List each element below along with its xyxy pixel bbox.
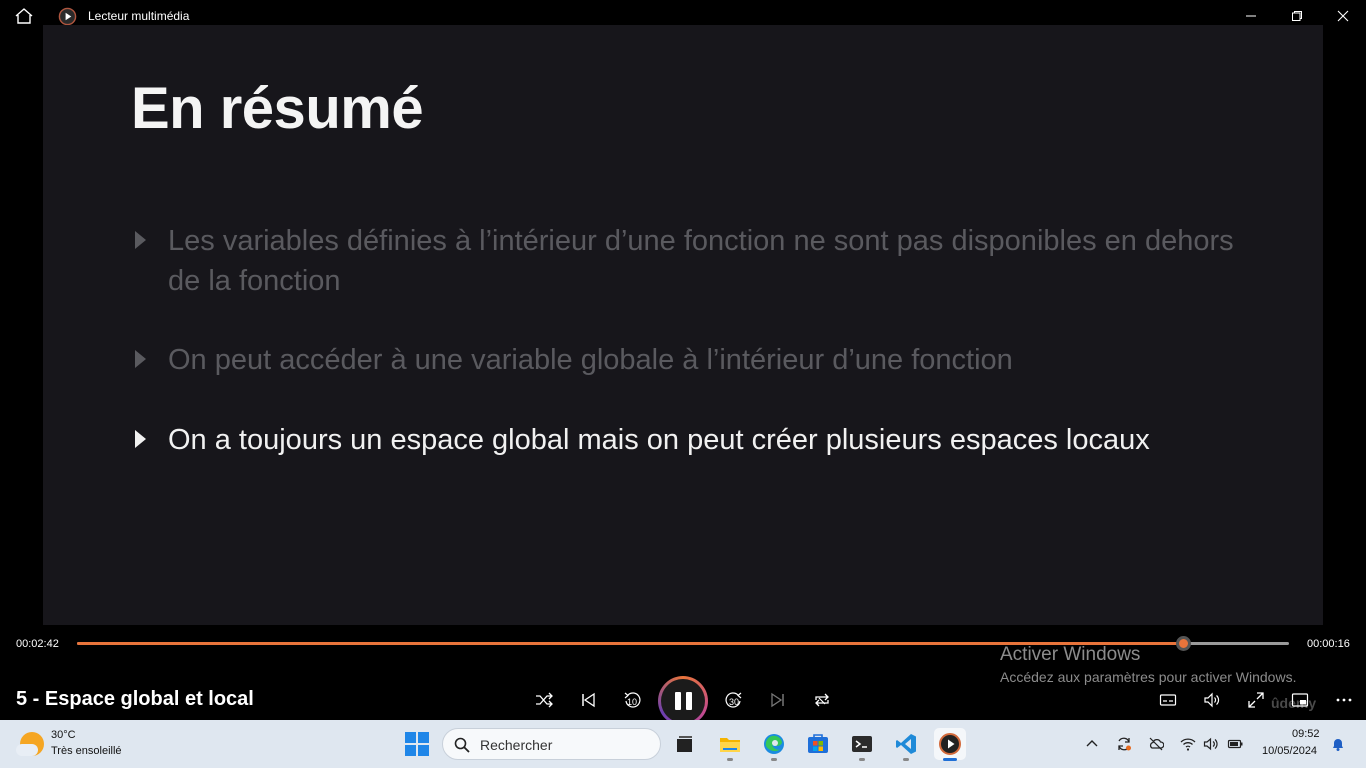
remaining-time: 00:00:16: [1307, 638, 1350, 650]
taskbar-search[interactable]: Rechercher: [442, 728, 661, 760]
next-icon: [771, 692, 784, 708]
fullscreen-button[interactable]: [1243, 687, 1269, 713]
subtitles-icon: [1159, 694, 1177, 706]
previous-icon: [582, 692, 595, 708]
slide-bullet-text: On peut accéder à une variable globale à…: [168, 344, 1013, 376]
wifi-icon: [1180, 738, 1196, 751]
tray-onedrive[interactable]: [1147, 735, 1165, 753]
terminal-icon: [852, 736, 872, 752]
tray-sync[interactable]: [1115, 735, 1133, 753]
taskbar-app-store[interactable]: [802, 728, 834, 760]
task-view-button[interactable]: [668, 728, 700, 760]
chevron-up-icon: [1086, 740, 1098, 747]
pause-button[interactable]: [658, 676, 708, 726]
bell-icon: [1333, 739, 1343, 751]
clock-date: 10/05/2024: [1262, 745, 1318, 757]
bullet-arrow-icon: [135, 350, 146, 368]
skip-back-button[interactable]: 10: [619, 687, 645, 713]
tray-battery[interactable]: [1226, 735, 1244, 753]
taskbar-app-media-player[interactable]: [934, 728, 966, 761]
media-player-icon: [939, 733, 961, 755]
shuffle-button[interactable]: [531, 687, 557, 713]
volume-icon: [1203, 737, 1218, 751]
volume-button[interactable]: [1199, 687, 1225, 713]
tray-volume[interactable]: [1202, 735, 1220, 753]
slide-title: En résumé: [131, 76, 424, 141]
sunny-weather-icon: [16, 732, 44, 756]
edge-icon: [764, 734, 784, 754]
slide-bullet-text: On a toujours un espace global mais on p…: [168, 424, 1150, 456]
taskbar-app-terminal[interactable]: [846, 728, 878, 761]
more-options-button[interactable]: [1331, 687, 1357, 713]
seek-bar-thumb[interactable]: [1175, 636, 1191, 651]
restore-icon: [1292, 11, 1302, 21]
activation-watermark-subtitle: Accédez aux paramètres pour activer Wind…: [1000, 669, 1297, 685]
windows-logo-icon: [405, 732, 416, 743]
miniplayer-icon: [1291, 693, 1309, 707]
weather-condition: Très ensoleillé: [51, 745, 122, 757]
repeat-icon: [815, 693, 829, 707]
tray-wifi[interactable]: [1179, 735, 1197, 753]
taskbar-app-edge[interactable]: [758, 728, 790, 761]
close-button[interactable]: [1320, 4, 1366, 28]
close-icon: [1337, 10, 1349, 22]
search-icon: [454, 737, 470, 753]
media-player-icon: [58, 7, 77, 26]
subtitles-button[interactable]: [1155, 687, 1181, 713]
weather-temperature: 30°C: [51, 729, 76, 741]
skip-forward-button[interactable]: 30: [721, 687, 747, 713]
volume-icon: [1204, 692, 1220, 708]
next-button[interactable]: [765, 687, 791, 713]
activation-watermark-title: Activer Windows: [1000, 644, 1141, 665]
battery-icon: [1227, 739, 1243, 749]
media-title: 5 - Espace global et local: [16, 688, 254, 710]
more-options-icon: [1336, 698, 1352, 702]
task-view-icon: [677, 736, 692, 752]
skip-back-seconds: 10: [626, 697, 637, 707]
previous-button[interactable]: [575, 687, 601, 713]
notifications-button[interactable]: [1329, 735, 1347, 753]
minimize-icon: [1246, 15, 1256, 17]
file-explorer-icon: [720, 738, 740, 752]
bullet-arrow-icon: [135, 231, 146, 249]
vscode-icon: [896, 734, 916, 754]
search-placeholder: Rechercher: [480, 737, 553, 753]
show-hidden-icons-button[interactable]: [1083, 735, 1101, 753]
taskbar: 30°C Très ensoleillé Rechercher 09:52 10…: [0, 720, 1366, 768]
shuffle-icon: [536, 692, 553, 708]
start-button[interactable]: [405, 732, 429, 756]
clock-time: 09:52: [1292, 728, 1320, 740]
taskbar-app-file-explorer[interactable]: [714, 728, 746, 761]
miniplayer-button[interactable]: [1287, 687, 1313, 713]
store-icon: [808, 734, 828, 753]
skip-forward-seconds: 30: [728, 697, 739, 707]
repeat-button[interactable]: [809, 687, 835, 713]
slide-bullet-text: Les variables définies à l’intérieur d’u…: [168, 225, 1234, 297]
fullscreen-icon: [1248, 692, 1264, 708]
pause-icon: [674, 692, 692, 710]
home-icon[interactable]: [14, 7, 34, 25]
bullet-arrow-icon: [135, 430, 146, 448]
elapsed-time: 00:02:42: [16, 638, 59, 650]
onedrive-offline-icon: [1149, 737, 1164, 751]
window-title: Lecteur multimédia: [88, 9, 190, 23]
video-frame[interactable]: En résumé Les variables définies à l’int…: [43, 25, 1323, 625]
sync-icon: [1118, 737, 1131, 751]
player-controls: 00:02:42 00:00:16 Activer Windows Accéde…: [0, 625, 1366, 726]
taskbar-app-vscode[interactable]: [890, 728, 922, 761]
